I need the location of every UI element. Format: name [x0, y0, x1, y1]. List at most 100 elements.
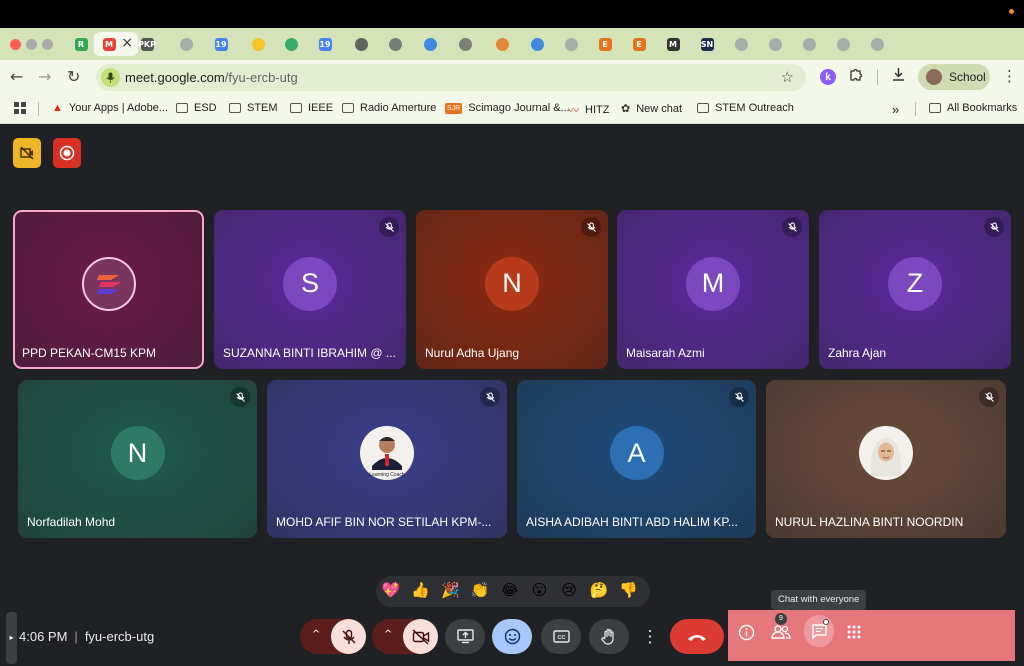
browser-tab[interactable]	[554, 32, 588, 56]
recording-button[interactable]	[53, 138, 81, 168]
bookmark-item[interactable]: STEM	[229, 102, 278, 114]
bookmark-star-icon[interactable]: ☆	[781, 68, 794, 86]
browser-tab[interactable]: SN	[690, 32, 724, 56]
browser-tab[interactable]	[758, 32, 792, 56]
reload-icon[interactable]: ↻	[67, 67, 80, 86]
all-bookmarks-folder[interactable]: All Bookmarks	[929, 102, 1017, 114]
meeting-details: 4:06 PM | fyu-ercb-utg	[19, 629, 154, 644]
participant-tile[interactable]: Z Zahra Ajan	[819, 210, 1011, 369]
collapse-info-handle[interactable]: ▸	[6, 612, 17, 664]
bookmark-item[interactable]: Radio Amerture	[342, 102, 436, 114]
meeting-code[interactable]: fyu-ercb-utg	[85, 629, 154, 644]
minimize-window-button[interactable]	[26, 39, 37, 50]
captions-button[interactable]: CC	[541, 619, 581, 654]
thumbs-down-emoji[interactable]: 👎	[618, 581, 640, 599]
thinking-emoji[interactable]: 🤔	[588, 581, 610, 599]
bookmark-item[interactable]: ▲ Your Apps | Adobe...	[52, 102, 168, 114]
tab-favicon-icon	[495, 37, 509, 51]
participant-tile[interactable]: N Norfadilah Mohd	[18, 380, 257, 538]
sparkling-heart-emoji[interactable]: 💖	[380, 581, 402, 599]
browser-tab[interactable]: E	[588, 32, 622, 56]
browser-tab[interactable]	[448, 32, 482, 56]
chat-button[interactable]	[804, 615, 834, 647]
browser-tab[interactable]	[169, 32, 203, 56]
browser-tab[interactable]	[792, 32, 826, 56]
url-host: meet.google.com	[125, 70, 225, 85]
chat-unread-dot	[823, 619, 829, 625]
meeting-details-button[interactable]	[738, 624, 755, 646]
participant-tile[interactable]: NURUL HAZLINA BINTI NOORDIN	[766, 380, 1006, 538]
microphone-toggle-button[interactable]	[331, 619, 366, 654]
chatgpt-icon: ✿	[621, 103, 631, 115]
participant-tile[interactable]: S SUZANNA BINTI IBRAHIM @ ...	[214, 210, 406, 369]
microphone-in-use-icon[interactable]	[101, 68, 120, 87]
bookmark-item[interactable]: STEM Outreach	[697, 102, 794, 114]
tab-favicon-icon	[423, 37, 437, 51]
apps-grid-icon[interactable]	[14, 102, 26, 114]
browser-tab[interactable]	[485, 32, 519, 56]
browser-tab[interactable]	[860, 32, 894, 56]
bookmark-item[interactable]: 〰 HITZ	[568, 102, 609, 118]
bookmarks-overflow-button[interactable]: »	[892, 102, 899, 117]
browser-tab[interactable]: 19	[204, 32, 238, 56]
profile-button[interactable]: School	[918, 64, 990, 90]
audio-options-chevron-icon[interactable]: ^	[312, 629, 320, 640]
hangup-phone-icon	[688, 634, 706, 641]
bookmark-item[interactable]: SJR Scimago Journal &...	[445, 102, 570, 114]
browser-tab[interactable]: E	[622, 32, 656, 56]
browser-tab[interactable]: R	[64, 32, 98, 56]
address-bar[interactable]: meet.google.com/fyu-ercb-utg ☆	[96, 64, 806, 91]
participant-tile[interactable]: N Nurul Adha Ujang	[416, 210, 608, 369]
browser-tab[interactable]	[344, 32, 378, 56]
browser-tab[interactable]	[520, 32, 554, 56]
browser-menu-icon[interactable]: ⋮	[1002, 67, 1017, 85]
tab-favicon-icon	[802, 37, 816, 51]
host-controls-button[interactable]	[13, 138, 41, 168]
all-bookmarks-label: All Bookmarks	[947, 102, 1018, 114]
browser-tab[interactable]	[826, 32, 860, 56]
bookmark-item[interactable]: ESD	[176, 102, 217, 114]
present-screen-button[interactable]	[445, 619, 485, 654]
clapping-hands-emoji[interactable]: 👏	[469, 581, 491, 599]
bookmark-divider	[38, 102, 39, 116]
people-button[interactable]: 9	[771, 613, 791, 645]
browser-tab[interactable]	[413, 32, 447, 56]
close-window-button[interactable]	[10, 39, 21, 50]
raise-hand-button[interactable]	[589, 619, 629, 654]
leave-call-button[interactable]	[670, 619, 724, 654]
tab-favicon-icon: 19	[214, 37, 228, 51]
camera-toggle-button[interactable]	[403, 619, 438, 654]
activities-button[interactable]	[847, 625, 861, 644]
browser-tab[interactable]	[241, 32, 275, 56]
extensions-puzzle-icon[interactable]	[849, 67, 864, 86]
bookmark-label: STEM Outreach	[715, 102, 794, 114]
send-reaction-button[interactable]	[492, 619, 532, 654]
participant-tile[interactable]: Learning Coach MOHD AFIF BIN NOR SETILAH …	[267, 380, 507, 538]
sad-emoji[interactable]: 😢	[558, 581, 580, 599]
meeting-separator: |	[74, 629, 78, 644]
download-icon[interactable]	[891, 67, 906, 86]
zoom-window-button[interactable]	[42, 39, 53, 50]
party-popper-emoji[interactable]: 🎉	[439, 581, 461, 599]
laughing-emoji[interactable]: 😂	[499, 581, 521, 599]
participant-tile[interactable]: M Maisarah Azmi	[617, 210, 809, 369]
folder-icon	[229, 103, 241, 113]
surprised-emoji[interactable]: 😮	[529, 581, 551, 599]
browser-tab[interactable]	[378, 32, 412, 56]
more-options-icon[interactable]: ⋮	[636, 619, 664, 654]
extension-k-icon[interactable]: k	[820, 69, 836, 85]
thumbs-up-emoji[interactable]: 👍	[410, 581, 432, 599]
forward-arrow-icon[interactable]: →	[38, 67, 51, 86]
browser-tab[interactable]: PKP	[130, 32, 164, 56]
bookmark-item[interactable]: ✿ New chat	[621, 102, 682, 116]
participant-tile[interactable]: A AISHA ADIBAH BINTI ABD HALIM KP...	[517, 380, 756, 538]
back-arrow-icon[interactable]: ←	[10, 67, 23, 86]
browser-tab[interactable]	[274, 32, 308, 56]
bookmark-item[interactable]: IEEE	[290, 102, 333, 114]
browser-tab[interactable]: M	[656, 32, 690, 56]
video-options-chevron-icon[interactable]: ^	[384, 629, 392, 640]
browser-tab[interactable]: 19	[308, 32, 342, 56]
browser-tab[interactable]	[724, 32, 758, 56]
muted-microphone-icon	[379, 217, 399, 237]
participant-tile[interactable]: PPD PEKAN-CM15 KPM	[13, 210, 204, 369]
